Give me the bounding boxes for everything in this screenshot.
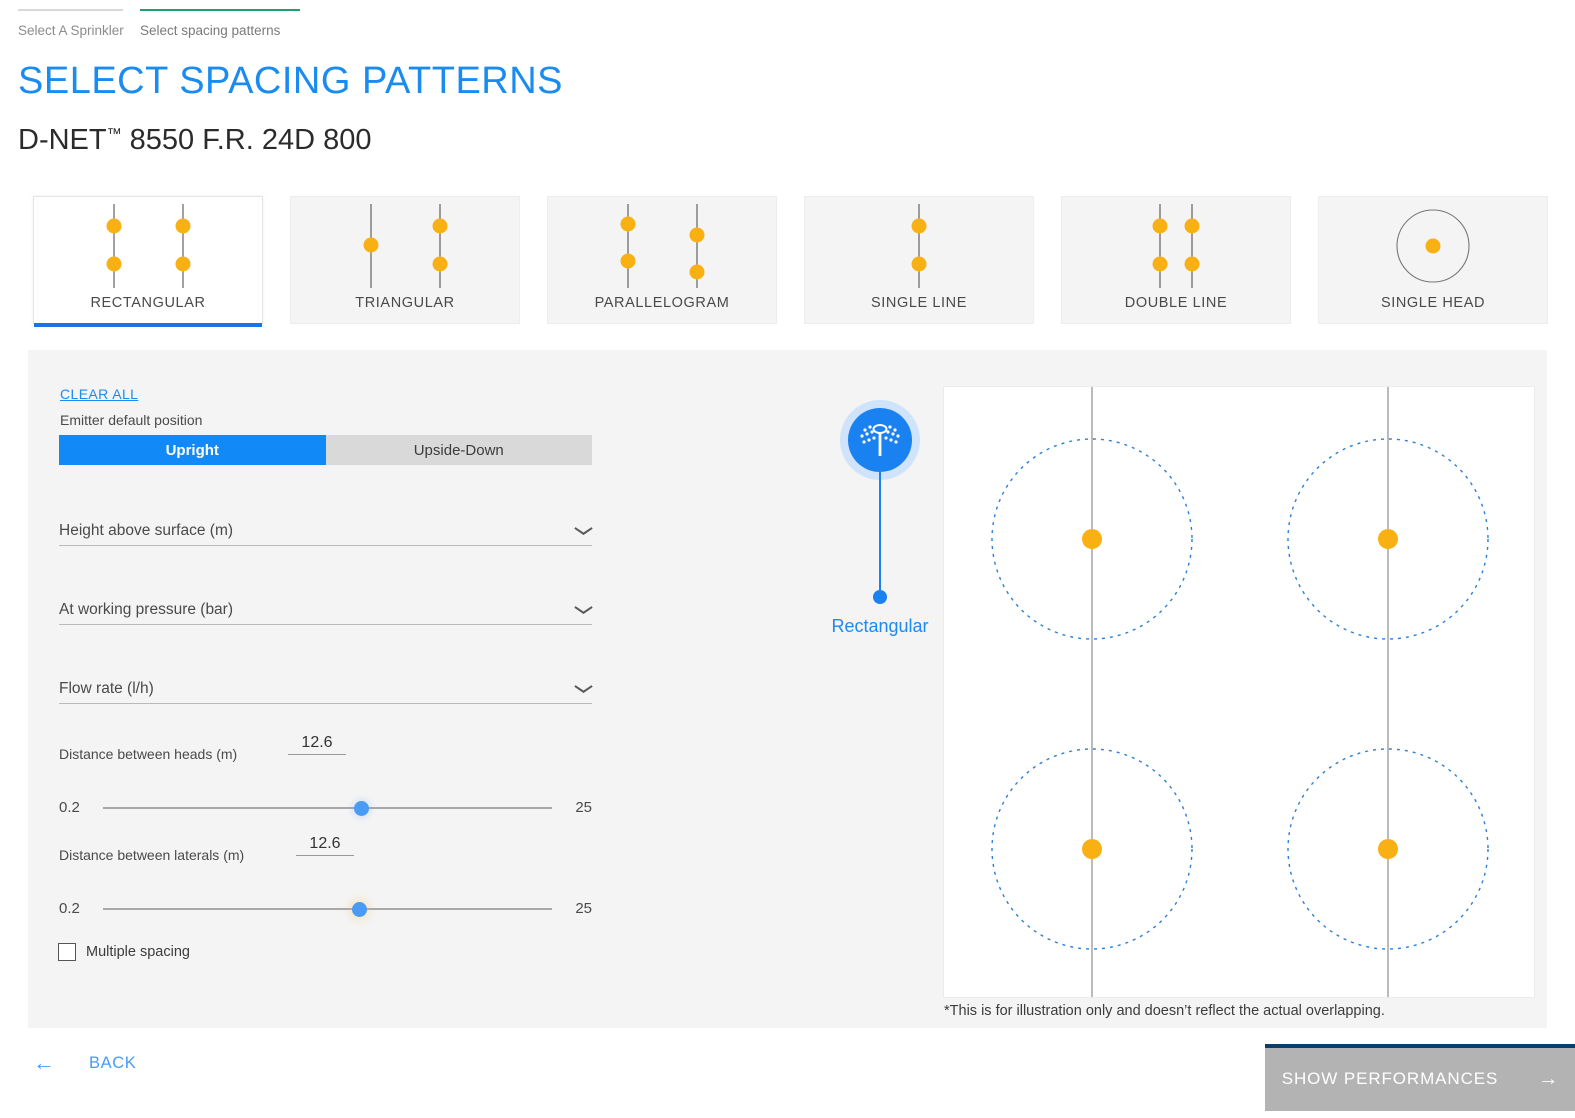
pattern-card-double-line[interactable]: DOUBLE LINE <box>1061 196 1291 324</box>
slider-thumb[interactable] <box>354 801 369 816</box>
step-select-spacing-patterns[interactable]: Select spacing patterns <box>140 0 300 38</box>
back-button-label: BACK <box>89 1053 137 1072</box>
emitter-position-label: Emitter default position <box>60 412 203 428</box>
slider-thumb[interactable] <box>352 902 367 917</box>
pattern-card-label: SINGLE HEAD <box>1380 295 1486 311</box>
chevron-down-icon <box>575 685 592 695</box>
dropdown-label: At working pressure (bar) <box>59 601 234 618</box>
multiple-spacing-checkbox[interactable]: Multiple spacing <box>58 943 190 961</box>
product-name-suffix: 8550 F.R. 24D 800 <box>121 124 372 156</box>
pattern-card-single-line[interactable]: SINGLE LINE <box>804 196 1034 324</box>
step-select-a-sprinkler[interactable]: Select A Sprinkler <box>18 0 124 38</box>
pattern-card-label: DOUBLE LINE <box>1124 295 1228 311</box>
single-line-pattern-icon <box>805 197 1033 295</box>
distance-between-heads-label: Distance between heads (m) <box>59 746 238 762</box>
show-performances-label: SHOW PERFORMANCES <box>1281 1069 1499 1088</box>
badge-label: Rectangular <box>831 616 929 636</box>
distance-between-heads-slider[interactable]: 0.2 25 <box>59 797 592 819</box>
chevron-down-icon <box>575 606 592 616</box>
dropdown-label: Flow rate (l/h) <box>59 680 154 697</box>
button-top-strip <box>1265 1044 1575 1048</box>
breadcrumb: Select A Sprinkler Select spacing patter… <box>18 0 300 38</box>
selected-indicator <box>1319 323 1547 327</box>
illustration-note: *This is for illustration only and doesn… <box>944 1003 1385 1019</box>
checkbox-box[interactable] <box>58 943 76 961</box>
spacing-illustration <box>943 386 1535 998</box>
product-name: D-NET™ 8550 F.R. 24D 800 <box>18 126 372 155</box>
double-line-pattern-icon <box>1062 197 1290 295</box>
emitter-option-upright[interactable]: Upright <box>59 435 326 465</box>
slider-max-label: 25 <box>575 799 592 816</box>
show-performances-button[interactable]: SHOW PERFORMANCES → <box>1265 1044 1575 1111</box>
step-label: Select spacing patterns <box>140 23 281 38</box>
distance-between-laterals-input[interactable]: 12.6 <box>296 835 354 856</box>
pattern-card-single-head[interactable]: SINGLE HEAD <box>1318 196 1548 324</box>
height-above-surface-dropdown[interactable]: Height above surface (m) <box>59 513 592 546</box>
pattern-card-label: RECTANGULAR <box>90 295 206 311</box>
chevron-down-icon <box>575 527 592 537</box>
triangular-pattern-icon <box>291 197 519 295</box>
trademark-symbol: ™ <box>106 125 122 143</box>
working-pressure-dropdown[interactable]: At working pressure (bar) <box>59 592 592 625</box>
spacing-patterns-page: Select A Sprinkler Select spacing patter… <box>0 0 1575 1118</box>
distance-between-laterals-slider[interactable]: 0.2 25 <box>59 898 592 920</box>
selected-indicator <box>548 323 776 327</box>
pattern-card-parallelogram[interactable]: PARALLELOGRAM <box>547 196 777 324</box>
arrow-left-icon: ← <box>33 1050 55 1075</box>
flow-rate-dropdown[interactable]: Flow rate (l/h) <box>59 671 592 704</box>
pattern-card-list: RECTANGULAR TRIANGULAR PARALLELOGRAM SIN… <box>33 196 1548 327</box>
selected-indicator <box>291 323 519 327</box>
page-title: SELECT SPACING PATTERNS <box>18 60 564 102</box>
multiple-spacing-label: Multiple spacing <box>86 944 190 960</box>
badge-stem <box>879 472 881 597</box>
distance-between-heads-input[interactable]: 12.6 <box>288 734 346 755</box>
selected-indicator <box>805 323 1033 327</box>
configuration-panel: CLEAR ALL Emitter default position Uprig… <box>28 350 1547 1028</box>
emitter-position-toggle: Upright Upside-Down <box>59 435 592 465</box>
single-head-pattern-icon <box>1319 197 1547 295</box>
sprinkler-head-icon <box>848 408 912 472</box>
slider-min-label: 0.2 <box>59 799 80 816</box>
clear-all-link[interactable]: CLEAR ALL <box>60 386 138 402</box>
step-label: Select A Sprinkler <box>18 23 124 38</box>
selected-indicator <box>1062 323 1290 327</box>
selected-indicator <box>34 323 262 327</box>
back-button[interactable]: ← BACK <box>33 1052 136 1074</box>
pattern-card-triangular[interactable]: TRIANGULAR <box>290 196 520 324</box>
pattern-card-rectangular[interactable]: RECTANGULAR <box>33 196 263 327</box>
slider-track[interactable] <box>103 908 552 910</box>
dropdown-label: Height above surface (m) <box>59 522 234 539</box>
parallelogram-pattern-icon <box>548 197 776 295</box>
selected-pattern-badge: Rectangular <box>814 400 946 636</box>
slider-track[interactable] <box>103 807 552 809</box>
pattern-card-label: TRIANGULAR <box>355 295 455 311</box>
product-name-prefix: D-NET <box>18 124 107 156</box>
slider-max-label: 25 <box>575 900 592 917</box>
emitter-option-upside-down[interactable]: Upside-Down <box>325 435 592 465</box>
arrow-right-icon: → <box>1538 1068 1559 1090</box>
pattern-card-label: SINGLE LINE <box>870 295 968 311</box>
badge-endpoint-dot <box>873 590 887 604</box>
distance-between-laterals-label: Distance between laterals (m) <box>59 847 245 863</box>
rectangular-pattern-icon <box>34 197 262 295</box>
pattern-card-label: PARALLELOGRAM <box>594 295 730 311</box>
slider-min-label: 0.2 <box>59 900 80 917</box>
